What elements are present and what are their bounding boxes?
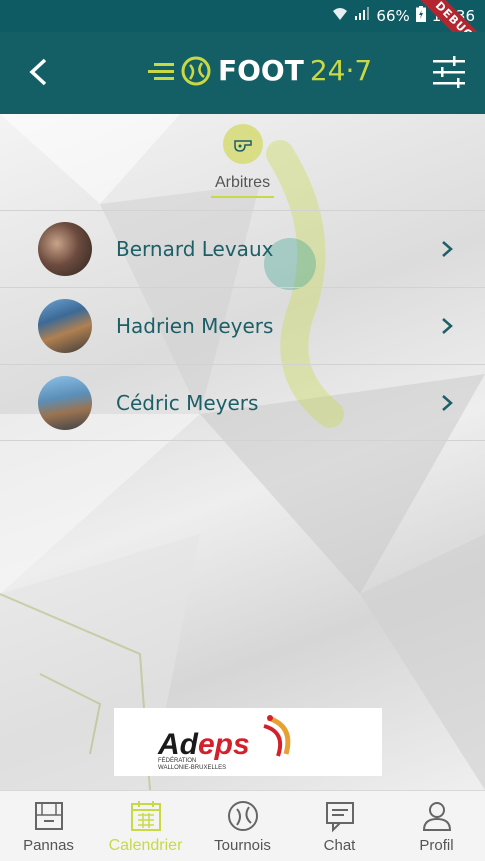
battery-percent: 66%	[376, 7, 410, 25]
nav-tournois[interactable]: Tournois	[194, 791, 291, 861]
section-header: Arbitres	[0, 124, 485, 198]
chat-icon	[325, 802, 354, 833]
avatar	[38, 299, 92, 353]
nav-label: Calendrier	[108, 837, 183, 854]
referee-list: Bernard Levaux Hadrien Meyers Cédric Mey…	[0, 210, 485, 441]
nav-calendrier[interactable]: Calendrier	[97, 791, 194, 861]
football-icon	[181, 56, 211, 85]
nav-label: Tournois	[214, 837, 271, 854]
referee-name: Cédric Meyers	[116, 390, 259, 415]
list-item[interactable]: Bernard Levaux	[0, 210, 485, 287]
nav-label: Chat	[323, 837, 356, 854]
logo-accent-text: 24·7	[309, 54, 373, 87]
nav-pannas[interactable]: Pannas	[0, 791, 97, 861]
chevron-right-icon	[442, 241, 453, 257]
avatar	[38, 375, 92, 430]
logo-text: FOOT	[218, 54, 304, 87]
signal-icon	[354, 7, 370, 25]
football-icon	[227, 801, 258, 831]
app-logo: FOOT 24·7	[148, 54, 372, 87]
bottom-navigation: Pannas Calendrier Tournois Chat Profil	[0, 790, 485, 861]
list-item[interactable]: Cédric Meyers	[0, 364, 485, 441]
nav-label: Pannas	[23, 837, 74, 854]
sponsor-name: Adeps	[158, 728, 250, 761]
filter-button[interactable]	[431, 54, 471, 94]
battery-icon	[415, 6, 426, 26]
nav-chat[interactable]: Chat	[291, 791, 388, 861]
list-item[interactable]: Hadrien Meyers	[0, 287, 485, 364]
goal-icon	[34, 802, 63, 830]
wifi-icon	[332, 7, 348, 25]
speed-lines-icon	[148, 62, 174, 80]
back-button[interactable]	[18, 52, 58, 92]
avatar	[38, 222, 92, 276]
status-bar: 66% 11:36 DEBUG	[0, 0, 485, 74]
adeps-swoosh-icon	[263, 715, 291, 757]
sponsor-subtitle: FÉDÉRATION WALLONIE-BRUXELLES	[158, 758, 227, 771]
sponsor-logo: Adeps FÉDÉRATION WALLONIE-BRUXELLES	[114, 708, 382, 776]
chevron-right-icon	[442, 394, 453, 411]
content-area: Arbitres Bernard Levaux Hadrien Meyers C…	[0, 114, 485, 790]
whistle-icon	[222, 124, 263, 164]
chevron-right-icon	[442, 318, 453, 334]
nav-label: Profil	[419, 837, 454, 854]
app-bar: FOOT 24·7	[0, 32, 485, 114]
sliders-icon	[433, 56, 465, 88]
back-arrow-icon	[29, 58, 47, 86]
referee-name: Hadrien Meyers	[116, 314, 274, 338]
section-title: Arbitres	[210, 174, 275, 198]
referee-name: Bernard Levaux	[116, 237, 274, 261]
calendar-icon	[130, 801, 161, 831]
user-icon	[422, 802, 451, 831]
nav-profil[interactable]: Profil	[388, 791, 485, 861]
